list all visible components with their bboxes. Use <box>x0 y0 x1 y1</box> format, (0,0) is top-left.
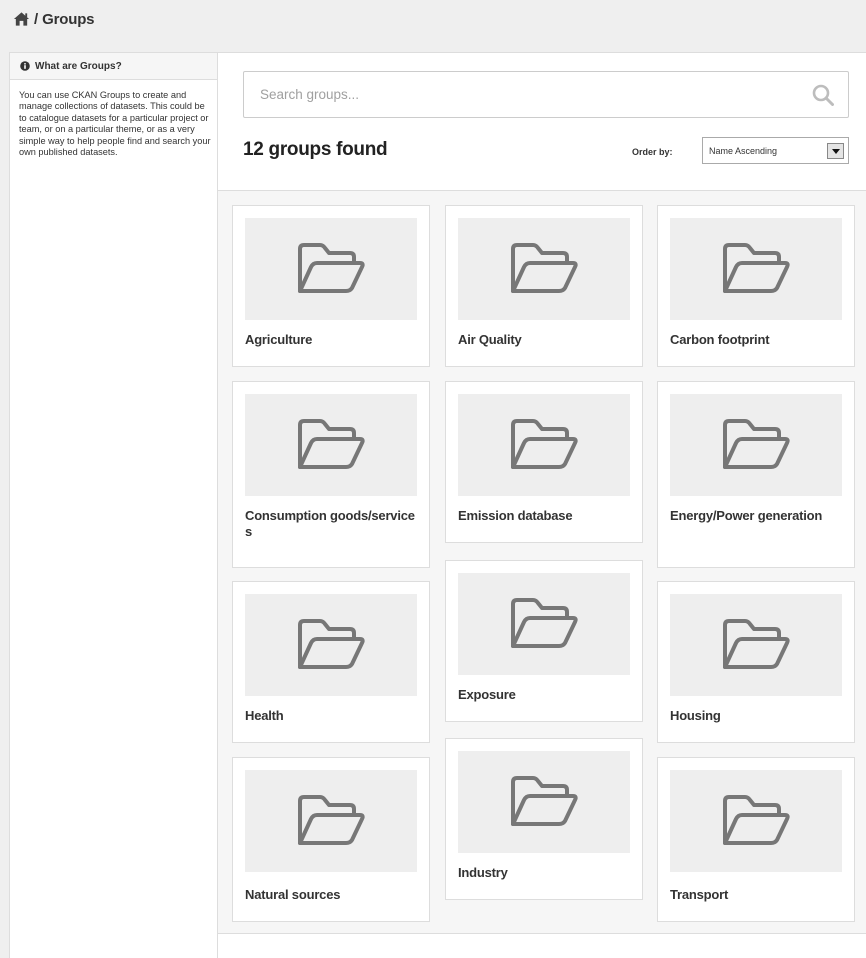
order-by-select[interactable]: Name Ascending <box>702 137 849 164</box>
group-title[interactable]: Carbon footprint <box>670 332 846 348</box>
group-card[interactable]: Carbon footprint <box>657 205 855 367</box>
folder-icon <box>507 774 581 830</box>
sidebar: What are Groups? You can use CKAN Groups… <box>10 53 218 958</box>
group-card[interactable]: Air Quality <box>445 205 643 367</box>
search-box <box>243 71 849 118</box>
group-image[interactable] <box>670 594 842 696</box>
folder-icon <box>719 241 793 297</box>
search-icon[interactable] <box>812 84 834 106</box>
info-icon <box>20 61 30 71</box>
group-image[interactable] <box>458 218 630 320</box>
group-image[interactable] <box>458 573 630 675</box>
group-image[interactable] <box>458 394 630 496</box>
folder-icon <box>294 617 368 673</box>
folder-icon <box>719 793 793 849</box>
folder-icon <box>294 241 368 297</box>
breadcrumb-separator: / <box>34 10 39 28</box>
group-title[interactable]: Air Quality <box>458 332 634 348</box>
folder-icon <box>507 596 581 652</box>
group-card[interactable]: Exposure <box>445 560 643 722</box>
folder-icon <box>507 241 581 297</box>
group-card[interactable]: Consumption goods/services <box>232 381 430 568</box>
group-card[interactable]: Housing <box>657 581 855 743</box>
main-wrapper: What are Groups? You can use CKAN Groups… <box>9 52 866 958</box>
sidebar-heading-text: What are Groups? <box>35 60 122 72</box>
search-panel: 12 groups found Order by: Name Ascending <box>218 53 866 191</box>
sidebar-description: You can use CKAN Groups to create and ma… <box>19 90 211 158</box>
breadcrumb-current[interactable]: Groups <box>42 11 94 28</box>
group-image[interactable] <box>458 751 630 853</box>
group-image[interactable] <box>245 394 417 496</box>
group-image[interactable] <box>670 394 842 496</box>
group-card[interactable]: Energy/Power generation <box>657 381 855 568</box>
toolbar: / Groups <box>0 0 866 38</box>
group-card[interactable]: Agriculture <box>232 205 430 367</box>
group-title[interactable]: Transport <box>670 887 846 903</box>
group-card[interactable]: Natural sources <box>232 757 430 922</box>
group-title[interactable]: Consumption goods/services <box>245 508 421 540</box>
group-image[interactable] <box>670 770 842 872</box>
group-image[interactable] <box>245 218 417 320</box>
chevron-down-icon[interactable] <box>827 143 844 159</box>
sidebar-heading: What are Groups? <box>10 53 217 80</box>
group-title[interactable]: Health <box>245 708 421 724</box>
group-title[interactable]: Natural sources <box>245 887 421 903</box>
folder-icon <box>719 417 793 473</box>
group-title[interactable]: Exposure <box>458 687 634 703</box>
results-count: 12 groups found <box>243 139 388 160</box>
content-footer <box>218 933 866 958</box>
group-image[interactable] <box>245 770 417 872</box>
order-by-value: Name Ascending <box>709 146 778 156</box>
group-title[interactable]: Agriculture <box>245 332 421 348</box>
group-title[interactable]: Energy/Power generation <box>670 508 846 524</box>
folder-icon <box>294 417 368 473</box>
folder-icon <box>719 617 793 673</box>
search-input[interactable] <box>244 72 804 117</box>
group-title[interactable]: Emission database <box>458 508 634 524</box>
primary-content: 12 groups found Order by: Name Ascending… <box>218 53 866 958</box>
group-card[interactable]: Emission database <box>445 381 643 543</box>
group-card[interactable]: Transport <box>657 757 855 922</box>
group-image[interactable] <box>670 218 842 320</box>
group-card[interactable]: Health <box>232 581 430 743</box>
home-icon[interactable] <box>13 11 30 27</box>
group-title[interactable]: Housing <box>670 708 846 724</box>
folder-icon <box>507 417 581 473</box>
group-title[interactable]: Industry <box>458 865 634 881</box>
folder-icon <box>294 793 368 849</box>
order-by-label: Order by: <box>632 147 673 157</box>
group-card[interactable]: Industry <box>445 738 643 900</box>
group-image[interactable] <box>245 594 417 696</box>
